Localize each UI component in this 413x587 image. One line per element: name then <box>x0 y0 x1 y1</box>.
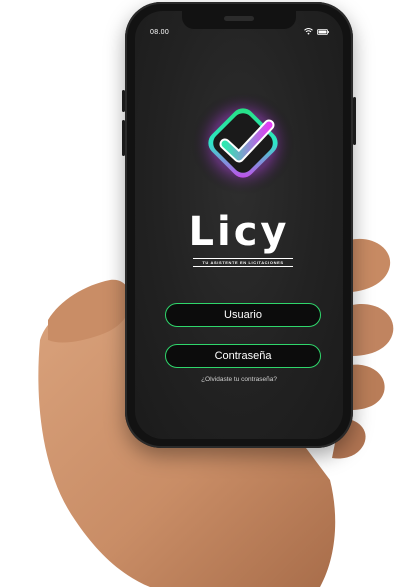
brand-tagline: TU ASISTENTE EN LICITACIONES <box>193 258 293 267</box>
status-icons <box>304 28 329 35</box>
username-input[interactable]: Usuario <box>165 303 321 327</box>
battery-icon <box>317 28 329 35</box>
checkmark-diamond-icon <box>191 91 295 195</box>
stage: 08.00 Licy TU ASISTENTE EN LICITACIONES … <box>0 0 413 587</box>
speaker-grille <box>224 16 254 21</box>
notch <box>182 11 296 29</box>
forgot-password-link[interactable]: ¿Olvidaste tu contraseña? <box>135 376 343 383</box>
wifi-icon <box>304 28 313 35</box>
power-button <box>353 97 356 145</box>
volume-up-button <box>122 90 125 112</box>
volume-down-button <box>122 120 125 156</box>
brand-name: Licy <box>188 209 290 255</box>
phone-device: 08.00 Licy TU ASISTENTE EN LICITACIONES … <box>122 2 356 448</box>
password-input[interactable]: Contraseña <box>165 344 321 368</box>
status-time: 08.00 <box>150 29 170 36</box>
app-screen: 08.00 Licy TU ASISTENTE EN LICITACIONES … <box>135 11 343 439</box>
